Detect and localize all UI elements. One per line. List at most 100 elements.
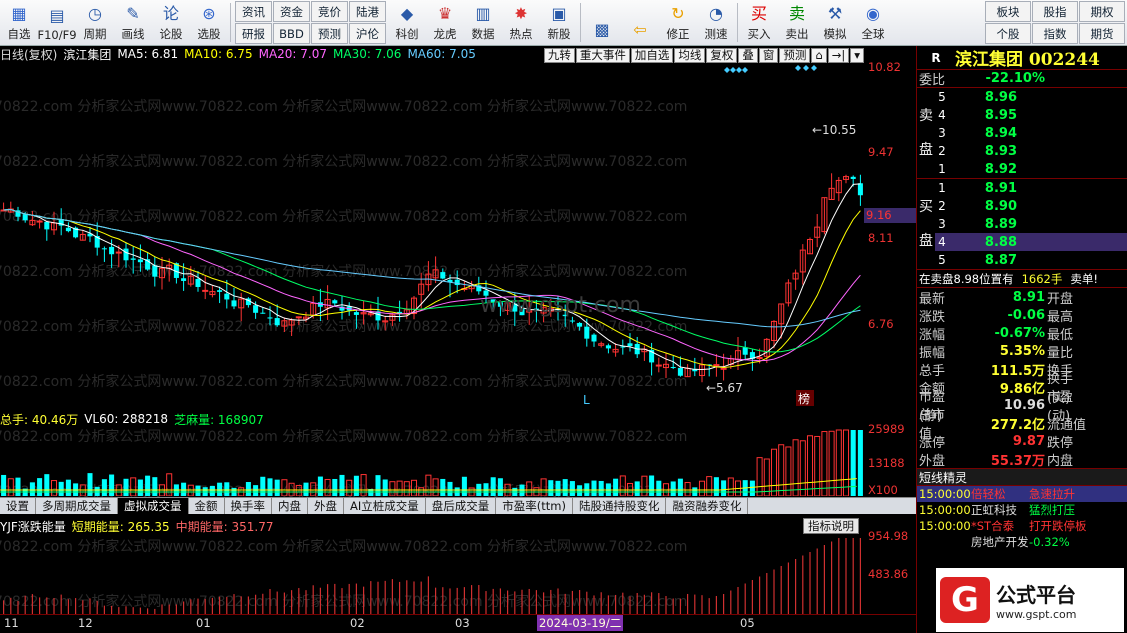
chart-tool-button[interactable]: 叠 [738,48,758,63]
toolbar-right-grid-button[interactable]: 期货 [1079,23,1125,44]
ask-row[interactable]: 5 8.96 [935,88,1127,106]
candle-body [850,176,856,179]
indicator-tab[interactable]: 外盘 [308,498,344,514]
sprite-row[interactable]: 15:00:00 *ST合泰 打开跌停板 [917,518,1127,534]
toolbar-grid-button[interactable]: 资讯 [235,1,272,22]
bid-row[interactable]: 1 8.91 [935,179,1127,197]
bid-row[interactable]: 3 8.89 [935,215,1127,233]
bid-row[interactable]: 4 8.88 [935,233,1127,251]
chart-area[interactable]: 70822.com 分析家公式网www.70822.com 分析家公式网www.… [0,46,916,633]
chart-tool-button[interactable]: 重大事件 [575,48,630,63]
toolbar-sell-button[interactable]: 卖卖出 [778,0,816,45]
toolbar-screener-button[interactable]: ⊛ 选股 [190,0,228,45]
ask-row[interactable]: 2 8.93 [935,142,1127,160]
toolbar-right-grid-button[interactable]: 个股 [985,23,1031,44]
toolbar-globe-button[interactable]: ◉ 全球 [854,0,892,45]
chart-tool-button[interactable]: 窗 [758,48,779,63]
ask-book: 卖盘 5 8.96 4 8.95 3 8.94 2 8.93 1 8.92 [917,88,1127,179]
toolbar-discuss-button[interactable]: 论论股 [152,0,190,45]
quote-value: -0.06 [1007,307,1045,323]
chart-tool-button[interactable]: 均线 [674,48,706,63]
volume-bar [410,479,418,496]
indicator-tab[interactable]: 盘后成交量 [426,498,497,514]
toolbar-grid-button[interactable]: 竞价 [311,1,348,22]
toolbar-grid-button[interactable]: 研报 [235,23,272,44]
indicator-mid: 中期能量: 351.77 [175,519,274,534]
low-annotation: ←5.67 [706,381,743,395]
chart-tool-button[interactable]: 九转 [543,48,575,63]
toolbar-grid-button[interactable]: BBD [273,23,310,44]
toolbar-f10-button[interactable]: ▤ F10/F9 [37,0,76,45]
toolbar-data-button[interactable]: ▥ 数据 [464,0,502,45]
volume-bar [58,481,64,496]
toolbar-right-grid-button[interactable]: 期权 [1079,1,1125,22]
chart-tool-button[interactable]: 加自选 [630,48,674,63]
toolbar-star-market-button[interactable]: ◆ 科创 [388,0,426,45]
toolbar-right-grid: 板块 股指 期权个股 指数 期货 [983,0,1127,45]
arrow-right-icon[interactable]: →| [827,48,850,63]
bid-row[interactable]: 2 8.90 [935,197,1127,215]
sprite-row[interactable]: 15:00:00 倍轻松 急速拉升 [917,486,1127,502]
indicator-tab[interactable]: 融资融券变化 [666,498,749,514]
indicator-chart[interactable] [0,534,864,614]
toolbar-hot-button[interactable]: ✸ 热点 [502,0,540,45]
bid-row[interactable]: 5 8.87 [935,251,1127,269]
toolbar-speedtest-button[interactable]: ◔ 测速 [697,0,735,45]
toolbar-tiles-button[interactable]: ▩ [583,0,621,45]
toolbar-right-grid-button[interactable]: 股指 [1032,1,1078,22]
toolbar-watchlist-button[interactable]: ▦ 自选 [0,0,38,45]
toolbar-grid-button[interactable]: 沪伦 [349,23,386,44]
ask-side-char: 盘 [919,142,933,158]
volume-bar [677,478,683,496]
indicator-tab[interactable]: 设置 [0,498,36,514]
bid-side-char: 买 [919,199,933,215]
bid-price: 8.88 [984,234,1017,250]
toolbar-arrow-left-button[interactable]: ⇦ [621,0,659,45]
indicator-tab[interactable]: 内盘 [272,498,308,514]
lock-icon[interactable]: ⌂ [811,48,827,63]
high-annotation: ←10.55 [812,123,856,137]
chart-tool-button[interactable]: 复权 [706,48,738,63]
indicator-tab[interactable]: 金额 [189,498,225,514]
indicator-tab[interactable]: 多周期成交量 [36,498,118,514]
toolbar-drawline-button[interactable]: ✎ 画线 [114,0,152,45]
indicator-tab[interactable]: 市盈率(ttm) [496,498,573,514]
toolbar-grid-button[interactable]: 资金 [273,1,310,22]
chevron-down-icon[interactable]: ▾ [850,48,864,63]
toolbar-simulate-button[interactable]: ⚒ 模拟 [816,0,854,45]
toolbar-fix-button[interactable]: ↻ 修正 [659,0,697,45]
quote-value: 9.86亿 [999,381,1045,397]
volume-chart[interactable] [0,427,864,496]
indicator-tab[interactable]: 虚拟成交量 [118,498,189,514]
toolbar-buy-button[interactable]: 买买入 [740,0,778,45]
toolbar-separator [580,3,581,42]
toolbar-grid-button[interactable]: 陆港 [349,1,386,22]
candlestick-chart[interactable]: ←10.55 ←5.67 L 榜 www.gspt.com [0,62,864,406]
toolbar-right-grid-button[interactable]: 板块 [985,1,1031,22]
ask-row[interactable]: 3 8.94 [935,124,1127,142]
indicator-tab[interactable]: AI立桩成交量 [344,498,426,514]
volume-bar [684,482,691,496]
indicator-tab[interactable]: 陆股通持股变化 [573,498,667,514]
toolbar-period-button[interactable]: ◷ 周期 [76,0,114,45]
toolbar-ipo-button[interactable]: ▣ 新股 [540,0,578,45]
sprite-row[interactable]: 房地产开发 -0.32% [917,534,1127,550]
candle-body [295,316,302,319]
ask-row[interactable]: 4 8.95 [935,106,1127,124]
volume-bar [94,486,100,496]
chart-tool-button[interactable]: 预测 [779,48,811,63]
indicator-tab[interactable]: 换手率 [225,498,272,514]
volume-bar [778,444,785,496]
volume-bar [497,478,503,496]
indicator-help-button[interactable]: 指标说明 [803,518,859,534]
sprite-row[interactable]: 15:00:00 正虹科技 猛烈打压 [917,502,1127,518]
ask-row[interactable]: 1 8.92 [935,160,1127,178]
y-axis-label: 25989 [868,422,905,436]
y-axis-label: 9.47 [868,145,894,159]
toolbar-dragon-tiger-button[interactable]: ♛ 龙虎 [426,0,464,45]
volume-bar [857,430,863,496]
sprite-title[interactable]: 短线精灵 [917,468,1127,486]
toolbar-right-grid-button[interactable]: 指数 [1032,23,1078,44]
bid-price: 8.89 [984,216,1017,232]
toolbar-grid-button[interactable]: 预测 [311,23,348,44]
